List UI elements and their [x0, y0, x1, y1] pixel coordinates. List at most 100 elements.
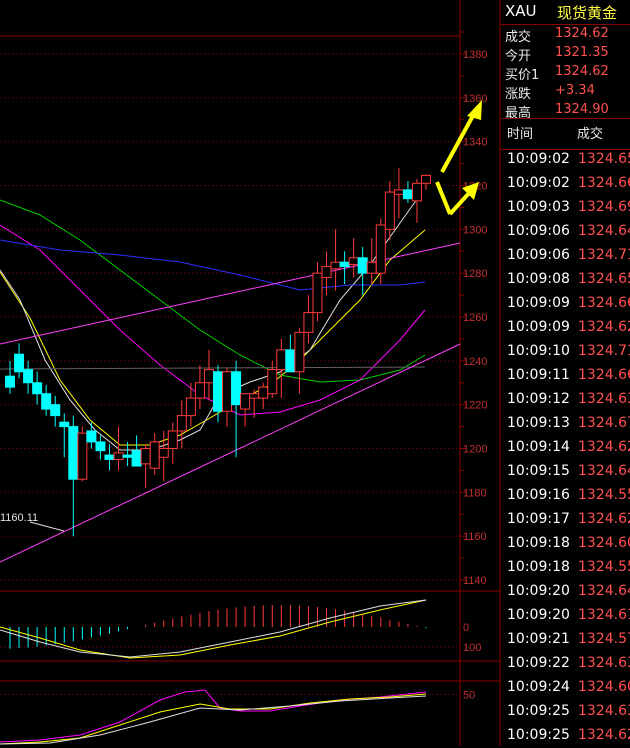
symbol-code: XAU	[505, 2, 537, 20]
tick-price: 1324.57	[578, 631, 630, 647]
tick-price: 1324.55	[578, 559, 630, 575]
candle-body-down	[5, 375, 15, 388]
quote-row-high: 最高 1324.90	[501, 100, 630, 121]
candle-body-up	[158, 448, 169, 458]
tick-price: 1324.69	[578, 199, 630, 215]
arrow-down-shaft	[435, 181, 452, 215]
tick-price: 1324.64	[578, 583, 630, 599]
quote-row-bid: 买价1 1324.62	[501, 62, 630, 83]
tick-time: 10:09:08	[507, 271, 570, 287]
candle-body-down	[68, 426, 79, 480]
y-tick-label: 1300	[463, 224, 487, 236]
candle-body-up	[294, 331, 305, 373]
candle-body-up	[267, 369, 278, 395]
quote-row-open: 今开 1321.35	[501, 43, 630, 64]
candle-body-down	[122, 454, 133, 458]
tick-row: 10:09:02 1324.65	[501, 148, 630, 172]
price-chart[interactable]: 1380136013401320130012801260124012201200…	[0, 0, 501, 746]
tick-price: 1324.60	[578, 535, 630, 551]
tick-price: 1324.63	[578, 391, 630, 407]
candle-body-up	[185, 397, 196, 417]
tick-price: 1324.62	[578, 439, 630, 455]
y-tick-label: 1140	[463, 575, 487, 587]
tick-row: 10:09:17 1324.62	[501, 508, 630, 532]
tick-price: 1324.62	[578, 727, 630, 743]
tick-row: 10:09:20 1324.61	[501, 604, 630, 628]
tick-row: 10:09:02 1324.66	[501, 172, 630, 196]
candle-body-up	[249, 393, 260, 399]
tick-time: 10:09:14	[507, 439, 570, 455]
tick-row: 10:09:20 1324.64	[501, 580, 630, 604]
candle-body-up	[384, 191, 395, 230]
osc-tick-label: 50	[463, 690, 475, 702]
symbol-name: 现货黄金	[557, 4, 618, 22]
tick-time: 10:09:11	[507, 367, 570, 383]
tick-row: 10:09:08 1324.65	[501, 268, 630, 292]
tick-time: 10:09:18	[507, 535, 570, 551]
tick-price: 1324.64	[578, 223, 630, 239]
moving-average-lines	[0, 194, 426, 451]
candle-body-down	[32, 382, 43, 395]
tick-time: 10:09:02	[507, 175, 570, 191]
y-tick-label: 1220	[463, 400, 487, 412]
ma-line-magenta	[0, 224, 426, 416]
candle-body-down	[104, 454, 115, 460]
candle-body-up	[113, 452, 124, 460]
tick-price: 1324.65	[578, 151, 630, 167]
tick-row: 10:09:13 1324.67	[501, 412, 630, 436]
tick-row: 10:09:25 1324.62	[501, 724, 630, 748]
tick-row: 10:09:15 1324.64	[501, 460, 630, 484]
candle-body-up	[194, 382, 205, 399]
candle-body-down	[402, 189, 413, 200]
tick-price: 1324.61	[578, 607, 630, 623]
tick-row: 10:09:09 1324.62	[501, 316, 630, 340]
oscillator-panel	[0, 689, 427, 745]
tick-time: 10:09:22	[507, 655, 570, 671]
tick-time: 10:09:09	[507, 319, 570, 335]
tick-price: 1324.62	[578, 319, 630, 335]
ma-line-white	[0, 194, 421, 451]
candle-body-down	[213, 371, 223, 412]
quote-value: +3.34	[555, 83, 595, 98]
candle-body-down	[50, 404, 61, 417]
tick-price: 1324.63	[578, 703, 630, 719]
candle-body-up	[140, 448, 151, 465]
tick-time: 10:09:06	[507, 247, 570, 263]
tick-price: 1324.67	[578, 415, 630, 431]
candle-body-down	[131, 450, 142, 467]
candle-body-up	[303, 312, 314, 333]
ticks-header-time: 时间	[507, 127, 534, 142]
candle-body-up	[375, 224, 386, 274]
osc-line-magenta	[0, 689, 427, 743]
quote-row-last: 成交 1324.62	[501, 24, 630, 45]
tick-price: 1324.71	[578, 343, 630, 359]
upper-trendline	[0, 242, 461, 345]
ma-line-gray	[0, 366, 426, 370]
tick-price: 1324.66	[578, 367, 630, 383]
osc-line-yellow	[0, 693, 427, 745]
candle-body-up	[348, 257, 359, 265]
tick-price: 1324.60	[578, 679, 630, 695]
y-tick-label: 1380	[463, 49, 487, 61]
quote-value: 1321.35	[555, 45, 609, 60]
tick-row: 10:09:22 1324.63	[501, 652, 630, 676]
tick-time: 10:09:15	[507, 463, 570, 479]
y-tick-label: 1260	[463, 312, 487, 324]
candle-body-down	[14, 353, 25, 373]
ticks-header-trade: 成交	[577, 127, 604, 142]
tick-time: 10:09:25	[507, 727, 570, 743]
tick-price: 1324.63	[578, 655, 630, 671]
tick-price: 1324.66	[578, 295, 630, 311]
candle-body-up	[167, 430, 178, 450]
candle-body-down	[59, 421, 70, 428]
symbol-header: XAU 现货黄金	[501, 0, 630, 25]
tick-row: 10:09:06 1324.71	[501, 244, 630, 268]
tick-row: 10:09:18 1324.60	[501, 532, 630, 556]
candle-body-down	[41, 393, 52, 410]
tick-row: 10:09:03 1324.69	[501, 196, 630, 220]
tick-row: 10:09:25 1324.63	[501, 700, 630, 724]
quote-value: 1324.62	[555, 26, 609, 41]
y-tick-label: 1160	[463, 531, 487, 543]
tick-price: 1324.62	[578, 511, 630, 527]
ma-line-green	[0, 199, 426, 383]
